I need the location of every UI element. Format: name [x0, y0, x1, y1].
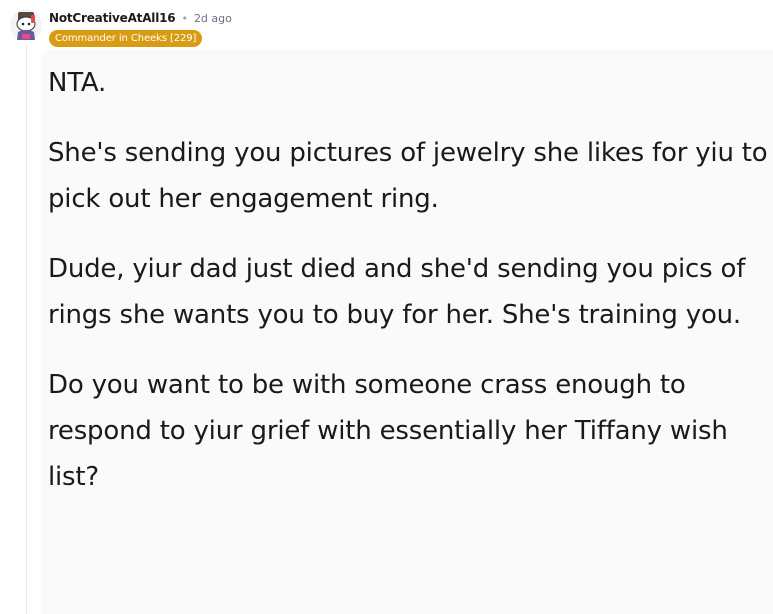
comment-paragraph: Do you want to be with someone crass eno… [48, 370, 728, 492]
comment-meta: NotCreativeAtAll16 • 2d ago [49, 8, 232, 28]
snoo-avatar-icon [10, 9, 42, 41]
user-avatar[interactable] [9, 7, 43, 43]
comment-paragraph: NTA. [48, 68, 107, 98]
user-flair-badge: Commander in Cheeks [229] [49, 30, 203, 47]
comment-timestamp[interactable]: 2d ago [194, 12, 232, 25]
comment-paragraph: She's sending you pictures of jewelry sh… [48, 138, 768, 214]
author-username[interactable]: NotCreativeAtAll16 [49, 11, 176, 25]
meta-separator: • [181, 11, 188, 25]
comment-body: NTA. She's sending you pictures of jewel… [48, 60, 768, 524]
comment: NotCreativeAtAll16 • 2d ago Commander in… [0, 0, 773, 614]
thread-line[interactable] [26, 46, 27, 614]
comment-paragraph: Dude, yiur dad just died and she'd sendi… [48, 254, 746, 330]
